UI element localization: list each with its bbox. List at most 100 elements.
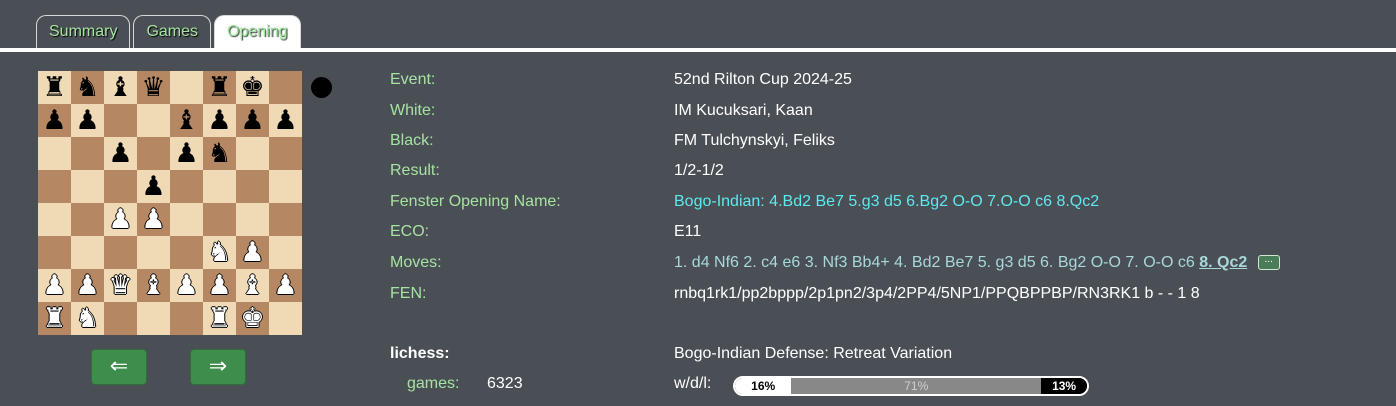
black-rook-icon[interactable]: ♜ bbox=[42, 71, 66, 104]
square-f1[interactable]: ♜ bbox=[203, 302, 236, 335]
white-pawn-icon[interactable]: ♟ bbox=[42, 269, 66, 302]
square-b8[interactable]: ♞ bbox=[71, 71, 104, 104]
black-bishop-icon[interactable]: ♝ bbox=[174, 104, 198, 137]
square-g8[interactable]: ♚ bbox=[236, 71, 269, 104]
square-b6[interactable] bbox=[71, 137, 104, 170]
white-pawn-icon[interactable]: ♟ bbox=[174, 269, 198, 302]
square-h4[interactable] bbox=[269, 203, 302, 236]
square-h3[interactable] bbox=[269, 236, 302, 269]
tab-opening[interactable]: Opening bbox=[214, 15, 301, 48]
square-c2[interactable]: ♛ bbox=[104, 269, 137, 302]
square-b2[interactable]: ♟ bbox=[71, 269, 104, 302]
square-e7[interactable]: ♝ bbox=[170, 104, 203, 137]
square-a6[interactable] bbox=[38, 137, 71, 170]
white-pawn-icon[interactable]: ♟ bbox=[75, 269, 99, 302]
white-pawn-icon[interactable]: ♟ bbox=[207, 269, 231, 302]
square-h6[interactable] bbox=[269, 137, 302, 170]
square-g6[interactable] bbox=[236, 137, 269, 170]
square-g5[interactable] bbox=[236, 170, 269, 203]
square-d6[interactable] bbox=[137, 137, 170, 170]
black-rook-icon[interactable]: ♜ bbox=[207, 71, 231, 104]
tab-games[interactable]: Games bbox=[133, 15, 212, 48]
previous-move-button[interactable]: ⇐ bbox=[91, 349, 147, 385]
square-f8[interactable]: ♜ bbox=[203, 71, 236, 104]
square-e8[interactable] bbox=[170, 71, 203, 104]
square-c8[interactable]: ♝ bbox=[104, 71, 137, 104]
square-e6[interactable]: ♟ bbox=[170, 137, 203, 170]
white-pawn-icon[interactable]: ♟ bbox=[240, 236, 264, 269]
square-c6[interactable]: ♟ bbox=[104, 137, 137, 170]
square-h2[interactable]: ♟ bbox=[269, 269, 302, 302]
black-pawn-icon[interactable]: ♟ bbox=[207, 104, 231, 137]
square-a2[interactable]: ♟ bbox=[38, 269, 71, 302]
current-move-link[interactable]: 8. Qc2 bbox=[1199, 254, 1247, 271]
white-king-icon[interactable]: ♚ bbox=[240, 302, 264, 335]
white-queen-icon[interactable]: ♛ bbox=[108, 269, 132, 302]
black-queen-icon[interactable]: ♛ bbox=[141, 71, 165, 104]
white-pawn-icon[interactable]: ♟ bbox=[141, 203, 165, 236]
square-d7[interactable] bbox=[137, 104, 170, 137]
square-f4[interactable] bbox=[203, 203, 236, 236]
black-pawn-icon[interactable]: ♟ bbox=[42, 104, 66, 137]
square-h1[interactable] bbox=[269, 302, 302, 335]
white-pawn-icon[interactable]: ♟ bbox=[108, 203, 132, 236]
square-e2[interactable]: ♟ bbox=[170, 269, 203, 302]
square-g7[interactable]: ♟ bbox=[236, 104, 269, 137]
next-move-button[interactable]: ⇒ bbox=[190, 349, 246, 385]
square-d5[interactable]: ♟ bbox=[137, 170, 170, 203]
black-bishop-icon[interactable]: ♝ bbox=[108, 71, 132, 104]
black-pawn-icon[interactable]: ♟ bbox=[273, 104, 297, 137]
black-knight-icon[interactable]: ♞ bbox=[75, 71, 99, 104]
black-pawn-icon[interactable]: ♟ bbox=[108, 137, 132, 170]
square-e4[interactable] bbox=[170, 203, 203, 236]
square-e3[interactable] bbox=[170, 236, 203, 269]
white-bishop-icon[interactable]: ♝ bbox=[141, 269, 165, 302]
square-a3[interactable] bbox=[38, 236, 71, 269]
square-a8[interactable]: ♜ bbox=[38, 71, 71, 104]
square-f3[interactable]: ♞ bbox=[203, 236, 236, 269]
square-g4[interactable] bbox=[236, 203, 269, 236]
square-g3[interactable]: ♟ bbox=[236, 236, 269, 269]
white-knight-icon[interactable]: ♞ bbox=[75, 302, 99, 335]
square-h7[interactable]: ♟ bbox=[269, 104, 302, 137]
square-d3[interactable] bbox=[137, 236, 170, 269]
square-c4[interactable]: ♟ bbox=[104, 203, 137, 236]
square-f7[interactable]: ♟ bbox=[203, 104, 236, 137]
white-knight-icon[interactable]: ♞ bbox=[207, 236, 231, 269]
square-e5[interactable] bbox=[170, 170, 203, 203]
square-h5[interactable] bbox=[269, 170, 302, 203]
square-b4[interactable] bbox=[71, 203, 104, 236]
square-a5[interactable] bbox=[38, 170, 71, 203]
square-d8[interactable]: ♛ bbox=[137, 71, 170, 104]
square-e1[interactable] bbox=[170, 302, 203, 335]
black-knight-icon[interactable]: ♞ bbox=[207, 137, 231, 170]
square-g2[interactable]: ♝ bbox=[236, 269, 269, 302]
square-a4[interactable] bbox=[38, 203, 71, 236]
square-b5[interactable] bbox=[71, 170, 104, 203]
square-f5[interactable] bbox=[203, 170, 236, 203]
black-pawn-icon[interactable]: ♟ bbox=[174, 137, 198, 170]
white-pawn-icon[interactable]: ♟ bbox=[273, 269, 297, 302]
square-g1[interactable]: ♚ bbox=[236, 302, 269, 335]
black-pawn-icon[interactable]: ♟ bbox=[75, 104, 99, 137]
chess-board[interactable]: ♜ ♞ ♝ ♛ ♜ ♚ ♟ ♟ ♝ ♟ ♟ ♟ ♟ ♟ ♞ ♟ ♟ ♟ ♞ ♟ ♟ ♟ ♛ ♝ ♟ ♟ ♝ ♟ ♜ ♞ ♜ ♚ bbox=[38, 71, 302, 335]
square-d2[interactable]: ♝ bbox=[137, 269, 170, 302]
square-c3[interactable] bbox=[104, 236, 137, 269]
white-rook-icon[interactable]: ♜ bbox=[42, 302, 66, 335]
square-c7[interactable] bbox=[104, 104, 137, 137]
black-pawn-icon[interactable]: ♟ bbox=[240, 104, 264, 137]
white-rook-icon[interactable]: ♜ bbox=[207, 302, 231, 335]
square-b3[interactable] bbox=[71, 236, 104, 269]
square-d1[interactable] bbox=[137, 302, 170, 335]
tab-summary[interactable]: Summary bbox=[36, 15, 131, 48]
square-a7[interactable]: ♟ bbox=[38, 104, 71, 137]
black-pawn-icon[interactable]: ♟ bbox=[141, 170, 165, 203]
square-f2[interactable]: ♟ bbox=[203, 269, 236, 302]
square-d4[interactable]: ♟ bbox=[137, 203, 170, 236]
square-b1[interactable]: ♞ bbox=[71, 302, 104, 335]
square-h8[interactable] bbox=[269, 71, 302, 104]
black-king-icon[interactable]: ♚ bbox=[240, 71, 264, 104]
white-bishop-icon[interactable]: ♝ bbox=[240, 269, 264, 302]
square-c5[interactable] bbox=[104, 170, 137, 203]
square-c1[interactable] bbox=[104, 302, 137, 335]
